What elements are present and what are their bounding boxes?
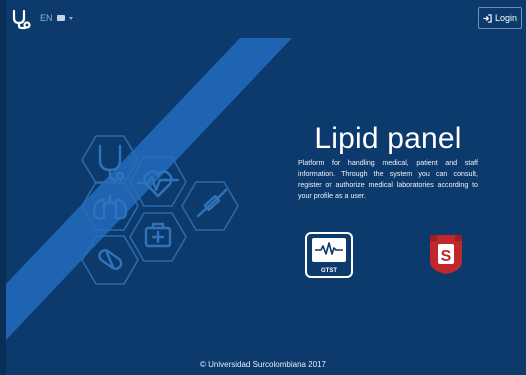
top-navbar: EN Login xyxy=(6,0,526,38)
syringe-icon xyxy=(196,188,228,218)
login-page: EN Login Lipid panel Platform for handli… xyxy=(0,0,526,375)
usco-shield-logo[interactable]: S xyxy=(427,233,465,275)
gtst-label: GTST xyxy=(321,268,337,274)
language-code: EN xyxy=(40,13,53,23)
pill-icon xyxy=(98,249,123,271)
usco-label: S xyxy=(441,248,452,265)
language-selector[interactable]: EN xyxy=(40,13,73,23)
gtst-logo[interactable]: GTST xyxy=(305,232,353,278)
caret-down-icon xyxy=(68,16,73,20)
first-aid-kit-icon xyxy=(144,222,172,248)
stethoscope-icon[interactable] xyxy=(10,8,32,30)
diagonal-stripe xyxy=(6,38,292,340)
sign-in-icon xyxy=(483,13,492,23)
page-title: Lipid panel xyxy=(314,122,462,155)
footer-copyright: © Universidad Surcolombiana 2017 xyxy=(200,360,326,369)
login-label: Login xyxy=(494,13,518,23)
login-button[interactable]: Login xyxy=(478,7,522,29)
platform-description: Platform for handling medical, patient a… xyxy=(298,159,478,200)
flag-icon xyxy=(56,15,65,21)
